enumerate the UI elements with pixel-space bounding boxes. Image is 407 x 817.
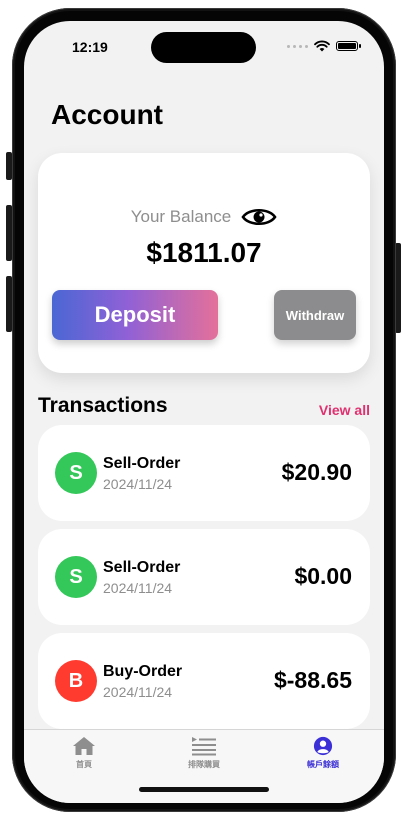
list-icon: [192, 737, 216, 756]
transaction-name: Sell-Order: [103, 455, 181, 472]
balance-card: Your Balance $1811.07 Deposit Withdraw: [38, 153, 370, 373]
tab-queue-purchase[interactable]: 排隊購買: [154, 736, 254, 770]
withdraw-button[interactable]: Withdraw: [274, 290, 356, 340]
app-screen: 12:19 Account Your Balance $1811.07 Depo…: [24, 21, 384, 803]
transaction-type-badge: S: [55, 556, 97, 598]
tab-account-balance[interactable]: 帳戶餘額: [273, 736, 373, 770]
wifi-icon: [314, 40, 330, 52]
view-all-link[interactable]: View all: [319, 402, 370, 418]
balance-amount: $1811.07: [146, 237, 262, 268]
transaction-date: 2024/11/24: [103, 580, 173, 596]
battery-icon: [336, 41, 361, 51]
transaction-type-badge: B: [55, 660, 97, 702]
status-time: 12:19: [72, 39, 108, 55]
house-icon: [73, 737, 95, 755]
transaction-card[interactable]: S Sell-Order 2024/11/24 $0.00: [38, 529, 370, 625]
transaction-amount: $20.90: [281, 459, 352, 485]
transaction-name: Sell-Order: [103, 559, 181, 576]
home-indicator: [139, 787, 269, 792]
signal-icon: [287, 44, 308, 48]
tab-home[interactable]: 首頁: [34, 736, 134, 770]
tab-account-balance-label: 帳戶餘額: [307, 760, 339, 769]
person-icon: [313, 736, 333, 756]
transaction-amount: $-88.65: [273, 667, 352, 693]
deposit-button[interactable]: Deposit: [52, 290, 218, 340]
transaction-name: Buy-Order: [103, 663, 183, 680]
balance-label-row: Your Balance: [38, 205, 370, 229]
page-title: Account: [51, 99, 163, 130]
eye-icon[interactable]: [241, 205, 277, 229]
dynamic-island: [151, 32, 256, 63]
status-icons: [287, 40, 361, 52]
transaction-card[interactable]: S Sell-Order 2024/11/24 $20.90: [38, 425, 370, 521]
transaction-amount: $0.00: [294, 563, 352, 589]
tab-queue-purchase-label: 排隊購買: [188, 760, 220, 769]
transaction-date: 2024/11/24: [103, 684, 173, 700]
transaction-type-badge: S: [55, 452, 97, 494]
transaction-card[interactable]: B Buy-Order 2024/11/24 $-88.65: [38, 633, 370, 729]
transaction-date: 2024/11/24: [103, 476, 173, 492]
transactions-title: Transactions: [38, 394, 168, 417]
balance-label: Your Balance: [130, 207, 232, 226]
tab-home-label: 首頁: [76, 760, 92, 769]
